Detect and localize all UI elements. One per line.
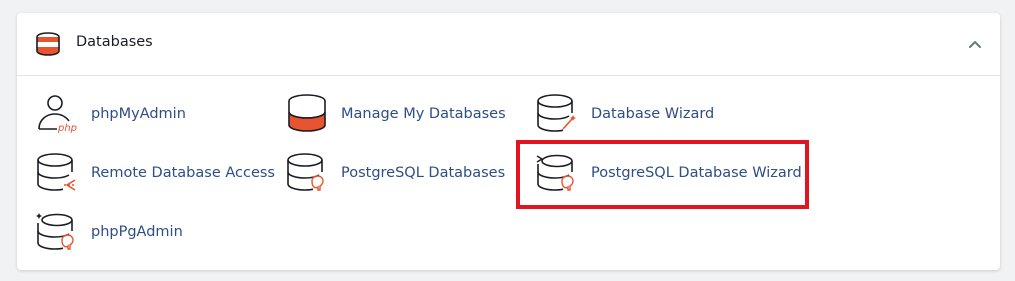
phpmyadmin-icon: php [38,95,77,134]
item-remote-database-access[interactable]: Remote Database Access [35,152,275,198]
item-label[interactable]: Remote Database Access [91,165,275,181]
panel-title: Databases [76,34,153,50]
chevron-up-icon[interactable] [967,36,983,52]
item-postgresql-databases[interactable]: PostgreSQL Databases [285,152,505,198]
database-icon [288,94,326,132]
remote-database-icon [37,153,76,191]
postgresql-wizard-icon [536,154,574,191]
item-label[interactable]: phpMyAdmin [91,106,186,122]
postgresql-database-icon [287,153,324,191]
svg-text:php: php [57,123,77,134]
item-phpmyadmin[interactable]: php phpMyAdmin [35,93,235,139]
database-stack-icon [36,32,60,56]
item-label[interactable]: Database Wizard [591,106,714,122]
item-label[interactable]: PostgreSQL Database Wizard [591,165,802,181]
item-label[interactable]: phpPgAdmin [91,224,183,240]
item-label[interactable]: Manage My Databases [341,106,506,122]
phppgadmin-icon [36,213,74,250]
item-phppgadmin[interactable]: phpPgAdmin [35,211,235,257]
item-postgresql-database-wizard[interactable]: PostgreSQL Database Wizard [535,152,802,198]
item-label[interactable]: PostgreSQL Databases [341,165,505,181]
database-wizard-icon [537,94,576,132]
item-manage-my-databases[interactable]: Manage My Databases [285,93,506,139]
databases-panel: Databases php phpMyAdmin Manage My Datab… [17,13,1000,270]
panel-header[interactable]: Databases [17,13,1000,76]
item-database-wizard[interactable]: Database Wizard [535,93,735,139]
